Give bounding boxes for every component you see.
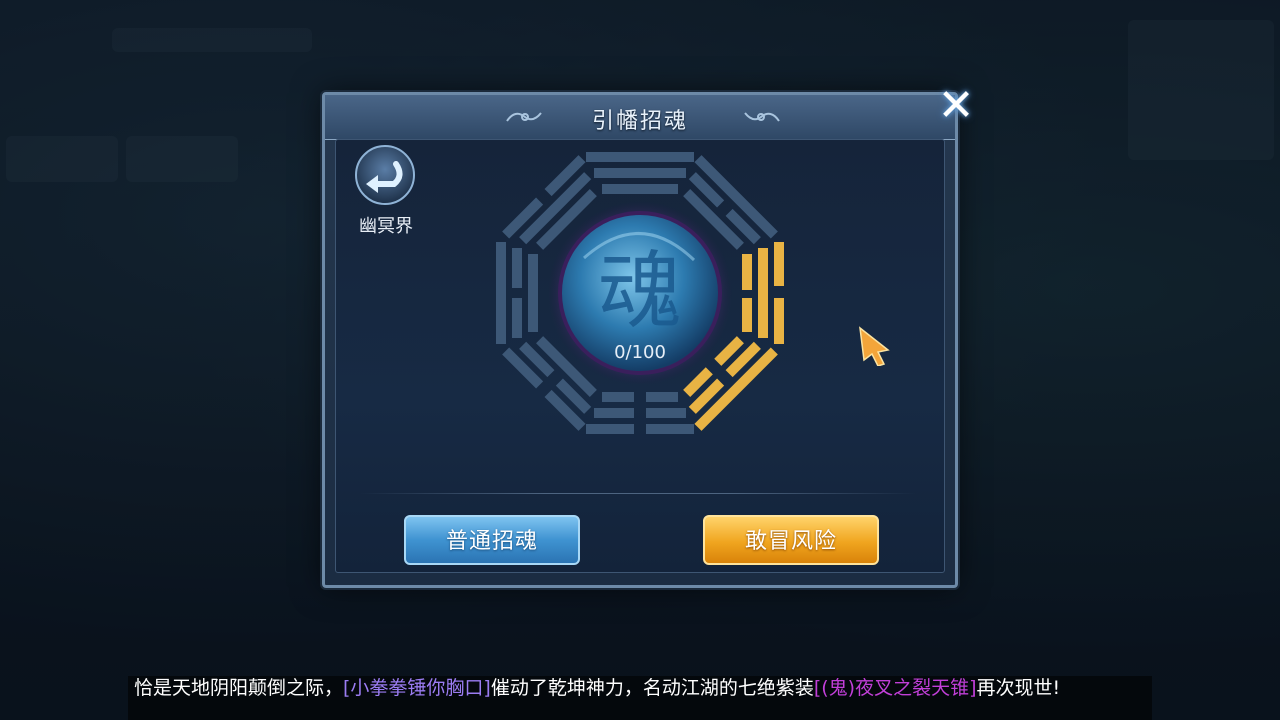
trigram-right-lit [742, 242, 784, 344]
trigram-bottom [586, 392, 694, 434]
system-broadcast-bar: 恰是天地阴阳颠倒之际，[小拳拳锤你胸口]催动了乾坤神力，名动江湖的七绝紫装[(鬼… [128, 676, 1152, 720]
back-button-label[interactable]: 幽冥界 [346, 212, 426, 238]
broadcast-message: 恰是天地阴阳颠倒之际，[小拳拳锤你胸口]催动了乾坤神力，名动江湖的七绝紫装[(鬼… [134, 677, 1146, 699]
dialog-title-bar: 引幡招魂 [325, 95, 955, 140]
soul-glyph: 魂 [598, 242, 682, 340]
dialog-title: 引幡招魂 [591, 109, 688, 134]
player-name-link[interactable]: [小拳拳锤你胸口] [343, 677, 491, 699]
item-name-link[interactable]: [(鬼)夜叉之裂天锥] [814, 677, 977, 699]
cloud-ornament-icon [744, 112, 780, 122]
bagua-trigram-wheel: 魂 [496, 152, 784, 434]
trigram-left [496, 242, 538, 344]
broadcast-suffix: 再次现世! [976, 677, 1061, 699]
close-icon[interactable]: ✕ [934, 84, 978, 128]
arrow-cursor-icon [859, 326, 890, 366]
divider [360, 493, 916, 494]
trigram-top [586, 152, 694, 194]
soul-progress: 0/100 [614, 342, 666, 363]
broadcast-prefix: 恰是天地阴阳颠倒之际， [134, 677, 344, 699]
back-arrow-icon[interactable] [354, 144, 416, 206]
risk-summon-button[interactable]: 敢冒风险 [703, 515, 879, 565]
broadcast-middle: 催动了乾坤神力，名动江湖的七绝紫装 [490, 677, 814, 699]
normal-summon-button[interactable]: 普通招魂 [404, 515, 580, 565]
